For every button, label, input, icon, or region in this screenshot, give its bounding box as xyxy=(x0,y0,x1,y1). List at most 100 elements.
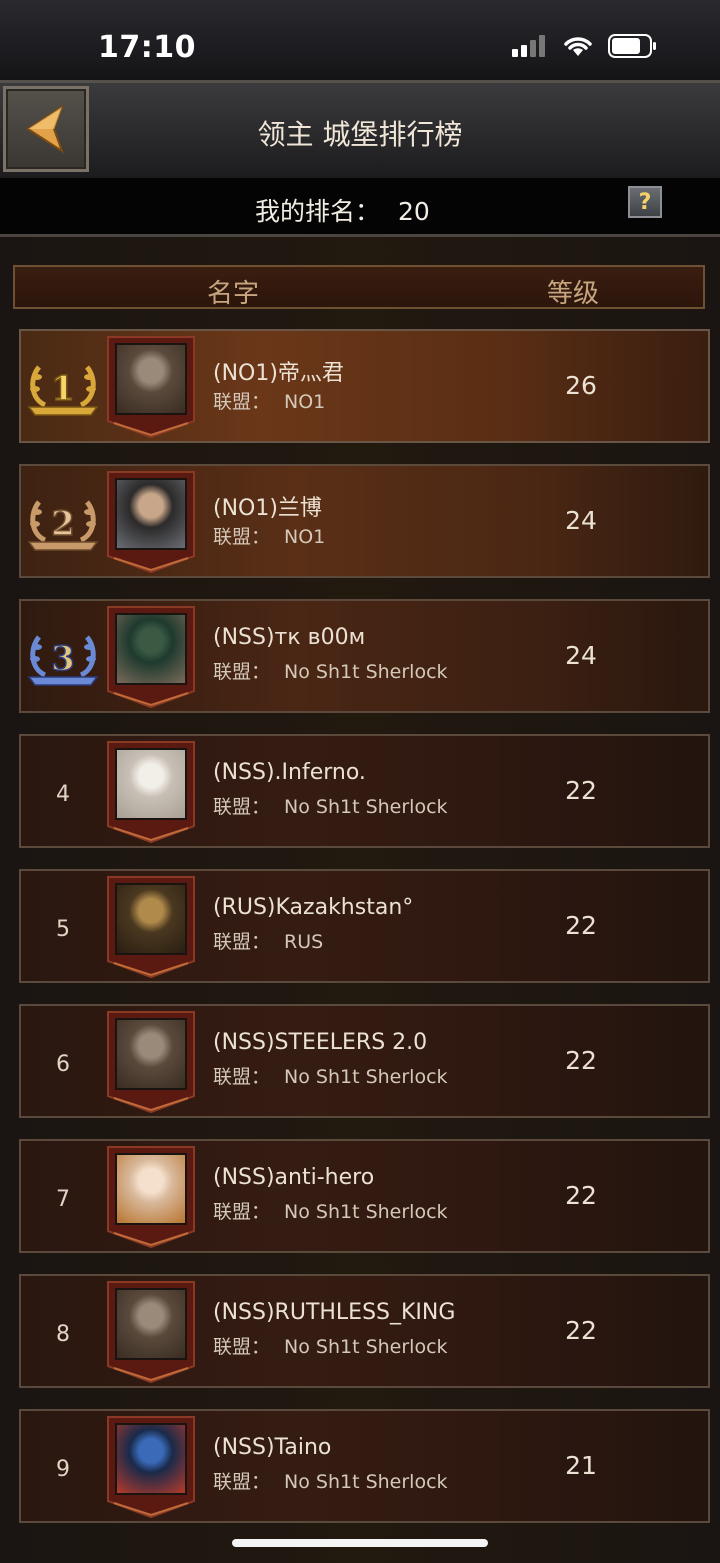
ranking-row[interactable]: 5 (RUS)Kazakhstan° 联盟： RUS 22 xyxy=(19,869,710,983)
player-alliance: 联盟： NO1 xyxy=(213,522,325,549)
player-alliance: 联盟： RUS xyxy=(213,927,323,954)
avatar-portrait-icon xyxy=(115,1018,187,1090)
battery-icon xyxy=(608,34,656,58)
player-alliance: 联盟： No Sh1t Sherlock xyxy=(213,1062,448,1089)
avatar-portrait-icon xyxy=(115,478,187,550)
status-bar: 17:10 xyxy=(0,0,720,80)
alliance-name: No Sh1t Sherlock xyxy=(284,1201,448,1223)
alliance-name: RUS xyxy=(284,931,324,953)
column-level-header: 等级 xyxy=(547,279,600,309)
player-alliance: 联盟： No Sh1t Sherlock xyxy=(213,1467,448,1494)
avatar-portrait-icon xyxy=(115,343,187,415)
alliance-label: 联盟： xyxy=(213,796,271,818)
rank-number: 6 xyxy=(56,1052,70,1077)
my-rank-label: 我的排名： xyxy=(255,197,381,226)
rank-number: 8 xyxy=(56,1322,70,1347)
player-name: (NSS)тк в00м xyxy=(213,625,366,650)
rank-medal-icon: 1 xyxy=(27,365,99,416)
player-alliance: 联盟： No Sh1t Sherlock xyxy=(213,657,448,684)
ranking-row[interactable]: 3 (NSS)тк в00м 联盟： No Sh1t Sherlock 24 xyxy=(19,599,710,713)
player-level: 22 xyxy=(565,1181,597,1210)
ranking-row[interactable]: 7 (NSS)anti-hero 联盟： No Sh1t Sherlock 22 xyxy=(19,1139,710,1253)
player-avatar[interactable] xyxy=(106,335,196,439)
player-level: 22 xyxy=(565,1316,597,1345)
player-avatar[interactable] xyxy=(106,605,196,709)
my-rank-bar: 我的排名： 20 xyxy=(0,178,720,234)
player-name: (NSS)anti-hero xyxy=(213,1165,375,1190)
rank-medal-icon: 3 xyxy=(27,635,99,686)
alliance-label: 联盟： xyxy=(213,1201,271,1223)
player-name: (NO1)兰博 xyxy=(213,496,322,521)
my-rank-value: 20 xyxy=(398,197,430,226)
player-alliance: 联盟： No Sh1t Sherlock xyxy=(213,792,448,819)
player-level: 24 xyxy=(565,506,597,535)
player-level: 22 xyxy=(565,1046,597,1075)
ranking-row[interactable]: 6 (NSS)STEELERS 2.0 联盟： No Sh1t Sherlock 22 xyxy=(19,1004,710,1118)
player-name: (NSS)Taino xyxy=(213,1435,332,1460)
rank-number: 5 xyxy=(56,917,70,942)
rank-number: 1 xyxy=(51,369,75,409)
header-bar: 领主 城堡排行榜 xyxy=(0,80,720,181)
status-icons xyxy=(512,34,658,58)
status-time: 17:10 xyxy=(98,30,196,65)
player-alliance: 联盟： No Sh1t Sherlock xyxy=(213,1332,448,1359)
alliance-name: No Sh1t Sherlock xyxy=(284,661,448,683)
rank-number: 4 xyxy=(56,782,70,807)
alliance-label: 联盟： xyxy=(213,391,271,413)
ranking-row[interactable]: 8 (NSS)RUTHLESS_KING 联盟： No Sh1t Sherlock 22 xyxy=(19,1274,710,1388)
page-title: 领主 城堡排行榜 xyxy=(257,118,463,151)
help-button[interactable]: ? xyxy=(628,186,662,218)
rank-number: 9 xyxy=(56,1457,70,1482)
avatar-portrait-icon xyxy=(115,1153,187,1225)
home-indicator xyxy=(232,1539,488,1547)
rank-medal-icon: 2 xyxy=(27,500,99,551)
player-avatar[interactable] xyxy=(106,1415,196,1519)
player-level: 24 xyxy=(565,641,597,670)
cellular-signal-icon xyxy=(512,35,545,57)
player-avatar[interactable] xyxy=(106,740,196,844)
rank-number: 7 xyxy=(56,1187,70,1212)
avatar-portrait-icon xyxy=(115,1423,187,1495)
player-avatar[interactable] xyxy=(106,1145,196,1249)
alliance-name: No Sh1t Sherlock xyxy=(284,1066,448,1088)
wifi-icon xyxy=(564,37,592,56)
alliance-label: 联盟： xyxy=(213,661,271,683)
avatar-portrait-icon xyxy=(115,748,187,820)
alliance-label: 联盟： xyxy=(213,1471,271,1493)
alliance-name: NO1 xyxy=(284,526,326,548)
ranking-row[interactable]: 2 (NO1)兰博 联盟： NO1 24 xyxy=(19,464,710,578)
player-level: 22 xyxy=(565,776,597,805)
alliance-name: No Sh1t Sherlock xyxy=(284,1336,448,1358)
player-avatar[interactable] xyxy=(106,470,196,574)
player-avatar[interactable] xyxy=(106,1010,196,1114)
rank-number: 2 xyxy=(51,504,75,544)
alliance-name: NO1 xyxy=(284,391,326,413)
alliance-name: No Sh1t Sherlock xyxy=(284,796,448,818)
alliance-label: 联盟： xyxy=(213,1066,271,1088)
player-level: 22 xyxy=(565,911,597,940)
player-alliance: 联盟： NO1 xyxy=(213,387,325,414)
my-rank: 我的排名： 20 xyxy=(255,192,430,228)
player-name: (NO1)帝灬君 xyxy=(213,361,344,386)
player-avatar[interactable] xyxy=(106,1280,196,1384)
ranking-row[interactable]: 4 (NSS).Inferno. 联盟： No Sh1t Sherlock 22 xyxy=(19,734,710,848)
player-name: (NSS)STEELERS 2.0 xyxy=(213,1030,428,1055)
avatar-portrait-icon xyxy=(115,613,187,685)
alliance-name: No Sh1t Sherlock xyxy=(284,1471,448,1493)
player-name: (RUS)Kazakhstan° xyxy=(213,895,414,920)
player-avatar[interactable] xyxy=(106,875,196,979)
ranking-row[interactable]: 9 (NSS)Taino 联盟： No Sh1t Sherlock 21 xyxy=(19,1409,710,1523)
rank-number: 3 xyxy=(51,639,75,679)
player-level: 26 xyxy=(565,371,597,400)
ranking-row[interactable]: 1 (NO1)帝灬君 联盟： NO1 26 xyxy=(19,329,710,443)
column-header: 名字 等级 xyxy=(13,265,705,309)
alliance-label: 联盟： xyxy=(213,931,271,953)
avatar-portrait-icon xyxy=(115,883,187,955)
player-name: (NSS).Inferno. xyxy=(213,760,366,785)
column-name-header: 名字 xyxy=(207,279,260,309)
player-alliance: 联盟： No Sh1t Sherlock xyxy=(213,1197,448,1224)
player-name: (NSS)RUTHLESS_KING xyxy=(213,1300,456,1325)
alliance-label: 联盟： xyxy=(213,1336,271,1358)
avatar-portrait-icon xyxy=(115,1288,187,1360)
alliance-label: 联盟： xyxy=(213,526,271,548)
